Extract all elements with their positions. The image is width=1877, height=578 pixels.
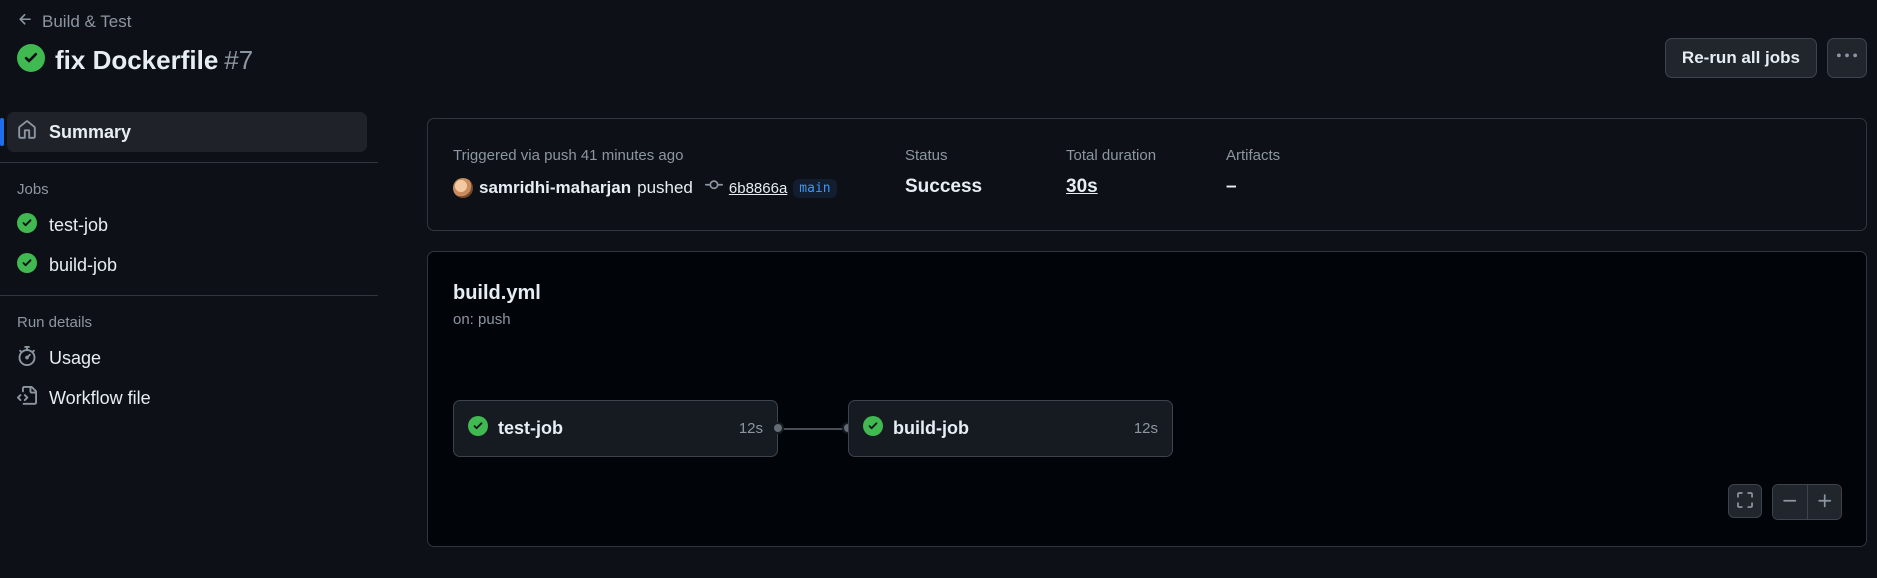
check-circle-icon <box>17 212 37 238</box>
sidebar-divider <box>0 295 378 296</box>
job-node-test-job[interactable]: test-job 12s <box>453 400 778 457</box>
dash-icon <box>1781 492 1799 513</box>
sidebar-item-build-job[interactable]: build-job <box>7 245 367 285</box>
sidebar-item-label: Usage <box>49 347 102 368</box>
sidebar: Summary Jobs test-job build-job Run deta… <box>0 112 378 418</box>
artifacts-label: Artifacts <box>1226 147 1281 164</box>
sidebar-item-label: build-job <box>49 254 118 275</box>
git-commit-icon <box>704 176 723 200</box>
workflow-graph-card: build.yml on: push test-job 12s build-jo… <box>427 251 1867 547</box>
screen-full-icon <box>1736 491 1754 512</box>
more-options-button[interactable] <box>1827 38 1867 78</box>
branch-badge[interactable]: main <box>793 178 837 198</box>
push-verb: pushed <box>637 178 693 197</box>
run-number: #7 <box>224 45 254 75</box>
arrow-left-icon <box>17 11 34 33</box>
job-node-build-job[interactable]: build-job 12s <box>848 400 1173 457</box>
job-connector <box>778 428 848 430</box>
rerun-all-jobs-button[interactable]: Re-run all jobs <box>1664 38 1817 78</box>
sidebar-divider <box>0 162 378 163</box>
zoom-controls <box>1772 484 1842 520</box>
sidebar-item-test-job[interactable]: test-job <box>7 205 367 245</box>
back-link-label: Build & Test <box>42 12 132 31</box>
duration-info: Total duration 30s <box>1066 147 1156 198</box>
artifacts-info: Artifacts – <box>1226 147 1280 198</box>
job-name: build-job <box>893 418 969 438</box>
sidebar-item-label: Summary <box>49 121 132 142</box>
status-label: Status <box>905 147 948 164</box>
actor-link[interactable]: samridhi-maharjan <box>479 178 631 198</box>
sidebar-item-label: test-job <box>49 214 109 235</box>
zoom-in-button[interactable] <box>1807 485 1841 519</box>
header-actions: Re-run all jobs <box>1664 38 1867 78</box>
connector-dot-out <box>772 422 784 434</box>
kebab-horizontal-icon <box>1837 46 1857 71</box>
job-duration: 12s <box>1133 420 1158 437</box>
zoom-out-button[interactable] <box>1773 485 1807 519</box>
file-code-icon <box>17 385 37 411</box>
commit-sha-link[interactable]: 6b8866a <box>729 180 787 197</box>
graph-controls <box>1728 484 1842 520</box>
run-title: fix Dockerfile <box>55 45 219 75</box>
home-icon <box>17 119 37 145</box>
back-link[interactable]: Build & Test <box>17 11 131 33</box>
workflow-trigger: on: push <box>453 311 511 328</box>
trigger-info: Triggered via push 41 minutes ago samrid… <box>453 147 837 200</box>
run-details-heading: Run details <box>17 313 93 331</box>
stopwatch-icon <box>17 345 37 371</box>
page-title: fix Dockerfile #7 <box>17 44 253 77</box>
check-circle-icon <box>863 416 883 441</box>
check-circle-icon <box>468 416 488 441</box>
fullscreen-button[interactable] <box>1728 484 1762 518</box>
duration-label: Total duration <box>1066 147 1157 164</box>
sidebar-item-workflow-file[interactable]: Workflow file <box>7 378 367 418</box>
sidebar-item-label: Workflow file <box>49 387 151 408</box>
check-circle-icon <box>17 252 37 278</box>
artifacts-value: – <box>1226 176 1237 197</box>
jobs-heading: Jobs <box>17 180 49 198</box>
avatar[interactable] <box>453 178 473 198</box>
plus-icon <box>1816 492 1834 513</box>
run-summary-card: Triggered via push 41 minutes ago samrid… <box>427 118 1867 231</box>
workflow-file-name: build.yml <box>453 282 541 304</box>
duration-link[interactable]: 30s <box>1066 176 1156 198</box>
status-value: Success <box>905 176 983 197</box>
status-info: Status Success <box>905 147 982 198</box>
job-name: test-job <box>498 418 563 438</box>
check-circle-icon <box>17 44 45 77</box>
trigger-text: Triggered via push 41 minutes ago <box>453 147 684 164</box>
job-duration: 12s <box>738 420 763 437</box>
trigger-detail: samridhi-maharjan pushed 6b8866a main <box>453 176 837 200</box>
sidebar-item-summary[interactable]: Summary <box>0 112 367 152</box>
sidebar-item-usage[interactable]: Usage <box>7 338 367 378</box>
